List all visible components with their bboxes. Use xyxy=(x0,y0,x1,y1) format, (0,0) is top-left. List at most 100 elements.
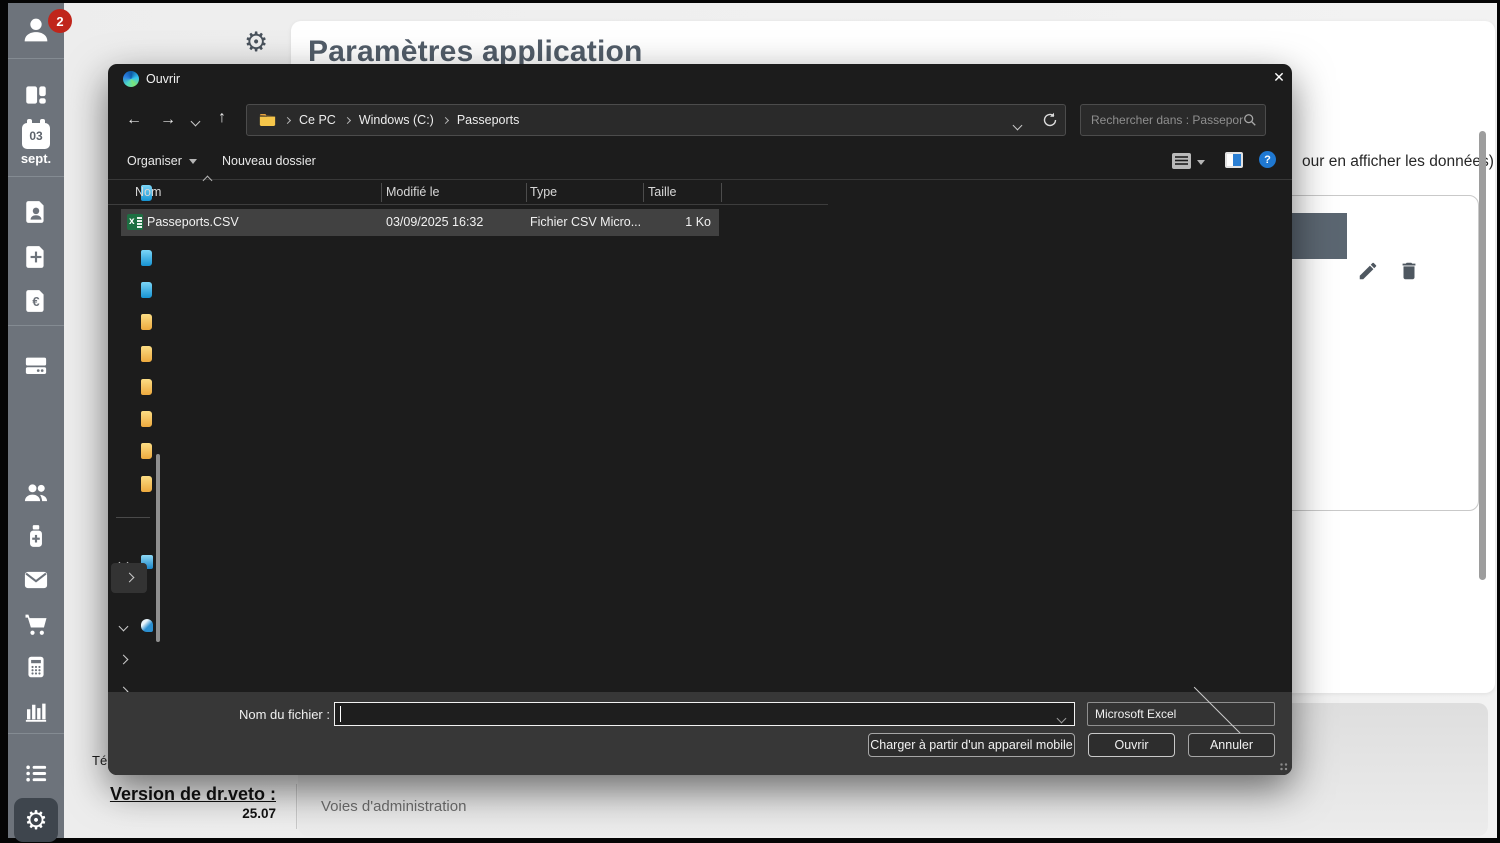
breadcrumb-drive[interactable]: Windows (C:) xyxy=(359,113,434,127)
app-scrollbar-thumb[interactable] xyxy=(1479,131,1486,580)
chevron-right-icon[interactable] xyxy=(119,655,129,665)
forward-button[interactable]: → xyxy=(160,111,176,129)
tree-scrollbar-thumb[interactable] xyxy=(156,454,160,642)
divider xyxy=(8,325,64,326)
breadcrumb-ce-pc[interactable]: Ce PC xyxy=(299,113,336,127)
tree-node[interactable] xyxy=(108,645,170,675)
view-mode-icon[interactable] xyxy=(1171,152,1192,170)
edit-pencil-icon[interactable] xyxy=(1357,260,1379,282)
cloud-icon xyxy=(141,619,153,632)
open-button[interactable]: Ouvrir xyxy=(1088,733,1175,757)
file-size: 1 Ko xyxy=(685,215,711,229)
refresh-icon[interactable] xyxy=(1042,112,1058,128)
open-label: Ouvrir xyxy=(1114,738,1148,752)
filetype-select[interactable]: Microsoft Excel Comma Separa xyxy=(1087,702,1275,726)
calculator-icon xyxy=(23,654,49,680)
sidebar-item-accounting[interactable] xyxy=(23,654,49,685)
organize-button[interactable]: Organiser xyxy=(127,154,197,168)
search-icon xyxy=(1243,113,1257,127)
yellow-folder-icon[interactable] xyxy=(141,379,152,395)
sidebar-item-new-file[interactable] xyxy=(23,244,49,275)
calendar-day: 03 xyxy=(29,129,42,143)
mobile-upload-label: Charger à partir d'un appareil mobile xyxy=(870,738,1073,752)
file-row-selected[interactable]: x Passeports.CSV 03/09/2025 16:32 Fichie… xyxy=(121,209,719,236)
folder-icon xyxy=(259,113,276,127)
file-euro-icon: € xyxy=(23,288,49,314)
sidebar-item-lists[interactable] xyxy=(23,760,50,792)
sidebar-item-pharmacy[interactable] xyxy=(23,523,49,554)
sidebar-item-dashboard[interactable] xyxy=(23,82,49,113)
table-hint-text: our en afficher les données) xyxy=(1302,153,1494,171)
column-header-modified[interactable]: Modifié le xyxy=(386,185,440,199)
bar-chart-icon xyxy=(23,698,50,725)
sidebar-item-clients[interactable] xyxy=(22,479,50,512)
mobile-upload-button[interactable]: Charger à partir d'un appareil mobile xyxy=(868,733,1075,757)
column-resize-handle[interactable] xyxy=(381,183,382,202)
settings-gear-icon: ⚙ xyxy=(244,27,268,58)
cash-register-icon xyxy=(23,352,50,379)
yellow-folder-icon[interactable] xyxy=(141,411,152,427)
app-sidebar: 2 03 sept. € xyxy=(8,3,64,838)
excel-csv-file-icon: x xyxy=(127,214,143,230)
resize-grip[interactable] xyxy=(1280,763,1289,772)
yellow-folder-icon[interactable] xyxy=(141,314,152,330)
filetype-value: Microsoft Excel Comma Separa xyxy=(1095,707,1178,721)
chevron-right-icon[interactable] xyxy=(125,573,135,583)
column-resize-handle[interactable] xyxy=(721,183,722,202)
column-header-type[interactable]: Type xyxy=(530,185,557,199)
screen: ⚙ Paramètres application our en afficher… xyxy=(0,0,1500,843)
divider xyxy=(8,58,64,59)
sidebar-item-calendar[interactable]: 03 xyxy=(22,123,50,149)
help-icon[interactable]: ? xyxy=(1259,151,1276,168)
gear-icon: ⚙ xyxy=(24,805,47,836)
chevron-down-icon[interactable] xyxy=(119,622,129,632)
address-bar[interactable]: Ce PC Windows (C:) Passeports xyxy=(246,104,1066,136)
yellow-folder-icon[interactable] xyxy=(141,443,152,459)
cancel-label: Annuler xyxy=(1210,738,1253,752)
view-mode-chevron-icon[interactable] xyxy=(1197,160,1205,165)
sidebar-item-stats[interactable] xyxy=(23,698,50,730)
mail-icon xyxy=(22,566,50,594)
cancel-button[interactable]: Annuler xyxy=(1188,733,1275,757)
blue-folder-icon[interactable] xyxy=(141,250,152,266)
yellow-folder-icon[interactable] xyxy=(141,346,152,362)
tree-node-cloud[interactable] xyxy=(108,612,170,642)
filename-label: Nom du fichier : xyxy=(108,707,330,722)
tree-node-selected[interactable] xyxy=(111,563,147,593)
partially-hidden-button[interactable] xyxy=(1288,213,1347,259)
column-resize-handle[interactable] xyxy=(643,183,644,202)
blue-folder-icon[interactable] xyxy=(141,282,152,298)
delete-trash-icon[interactable] xyxy=(1398,260,1420,282)
breadcrumb-folder[interactable]: Passeports xyxy=(457,113,520,127)
column-header-name[interactable]: Nom xyxy=(135,185,161,199)
file-plus-icon xyxy=(23,244,49,270)
dialog-title: Ouvrir xyxy=(146,72,180,86)
preview-pane-icon[interactable] xyxy=(1225,152,1243,168)
column-resize-handle[interactable] xyxy=(526,183,527,202)
svg-text:€: € xyxy=(32,294,39,309)
sidebar-item-contacts[interactable] xyxy=(23,199,49,230)
filename-dropdown-chevron-icon[interactable] xyxy=(1058,711,1065,725)
yellow-folder-icon[interactable] xyxy=(141,476,152,492)
sidebar-item-orders[interactable] xyxy=(22,610,50,643)
notification-badge[interactable]: 2 xyxy=(48,9,72,33)
file-name: Passeports.CSV xyxy=(147,215,239,229)
search-box[interactable]: Rechercher dans : Passeports xyxy=(1080,104,1266,136)
dialog-titlebar[interactable]: Ouvrir ✕ xyxy=(108,64,1292,94)
close-icon[interactable]: ✕ xyxy=(1268,69,1290,89)
search-placeholder: Rechercher dans : Passeports xyxy=(1091,113,1243,127)
file-modified: 03/09/2025 16:32 xyxy=(386,215,483,229)
sidebar-item-register[interactable] xyxy=(23,352,50,384)
list-icon xyxy=(23,760,50,787)
back-button[interactable]: ← xyxy=(126,111,142,129)
address-dropdown-chevron-icon[interactable] xyxy=(1014,118,1021,132)
open-file-dialog: Ouvrir ✕ ← → ↑ Ce PC Windows (C:) Passep… xyxy=(108,64,1292,775)
new-folder-button[interactable]: Nouveau dossier xyxy=(222,154,316,168)
filename-input[interactable] xyxy=(334,702,1075,726)
medicine-bottle-icon xyxy=(23,523,49,549)
column-header-size[interactable]: Taille xyxy=(648,185,677,199)
sidebar-item-billing[interactable]: € xyxy=(23,288,49,319)
up-button[interactable]: ↑ xyxy=(218,109,226,127)
sidebar-item-messages[interactable] xyxy=(22,566,50,599)
history-chevron-icon[interactable] xyxy=(192,114,199,128)
